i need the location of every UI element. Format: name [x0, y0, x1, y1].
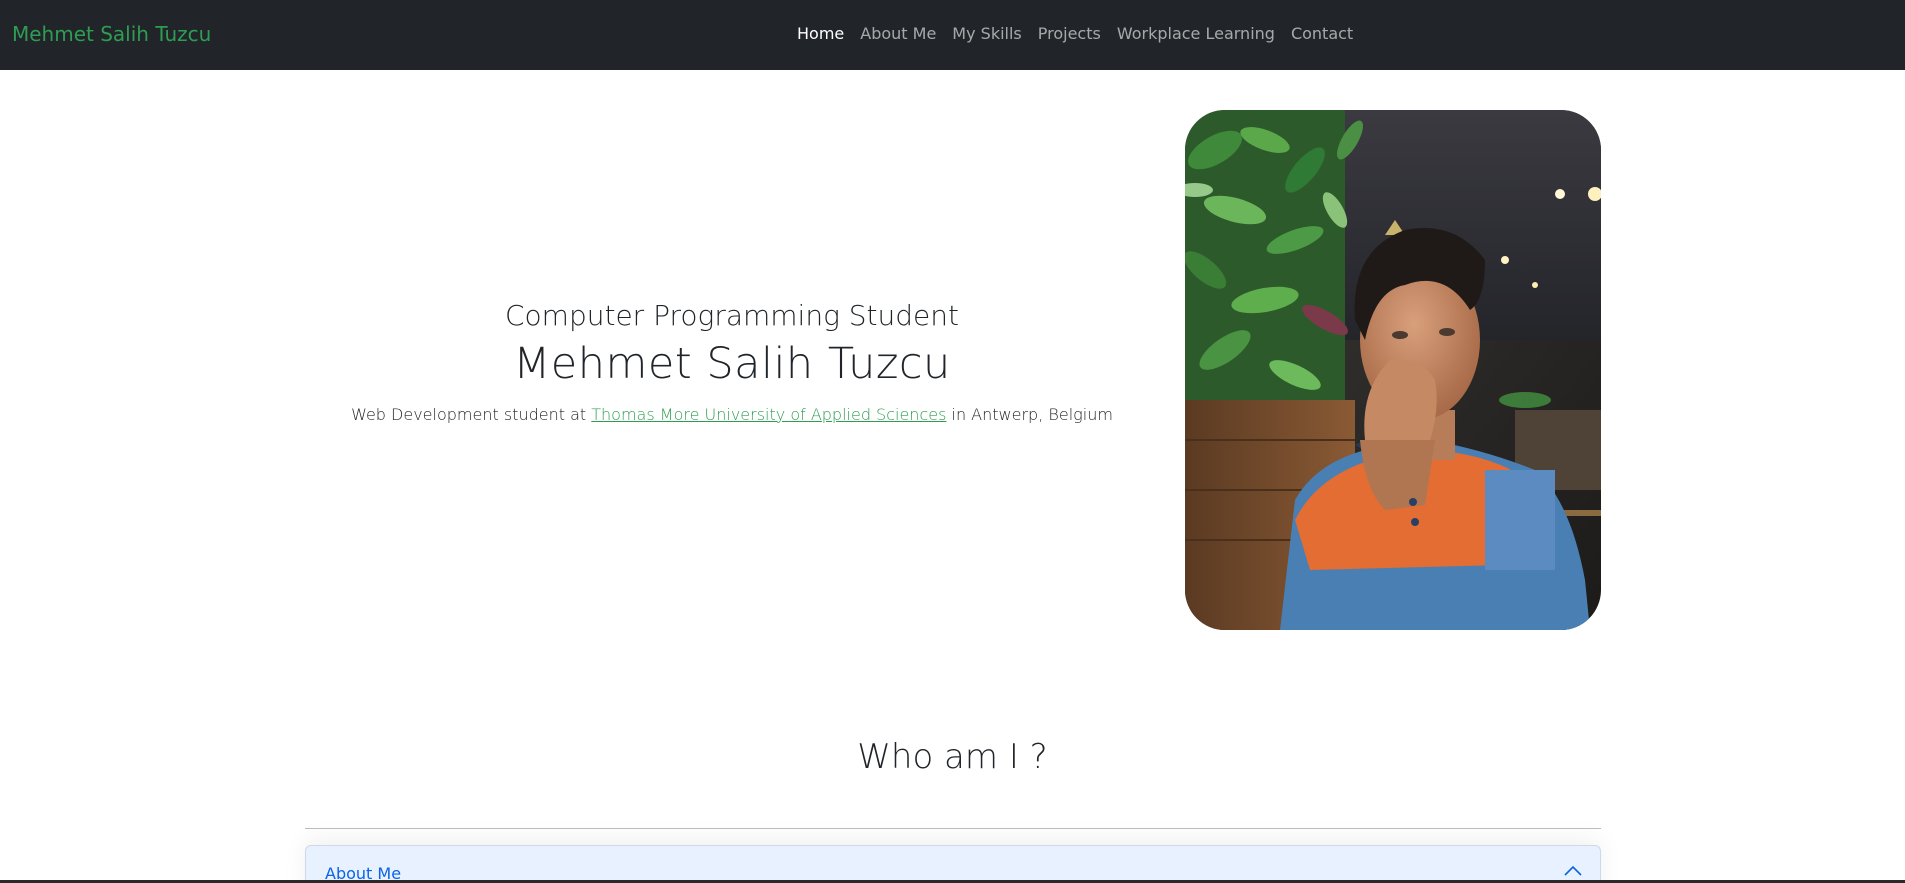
- page: Mehmet Salih Tuzcu Home About Me My Skil…: [0, 0, 1905, 883]
- section-title-who-am-i: Who am I ?: [857, 737, 1048, 777]
- nav-link-home[interactable]: Home: [797, 24, 844, 43]
- brand-link[interactable]: Mehmet Salih Tuzcu: [12, 22, 211, 46]
- divider: [305, 828, 1601, 829]
- hero-desc-suffix: in Antwerp, Belgium: [946, 405, 1113, 424]
- nav-link-projects[interactable]: Projects: [1038, 24, 1101, 43]
- hero-name: Mehmet Salih Tuzcu: [513, 339, 951, 389]
- navbar: Mehmet Salih Tuzcu Home About Me My Skil…: [0, 0, 1905, 70]
- nav-link-workplace-learning[interactable]: Workplace Learning: [1117, 24, 1275, 43]
- profile-photo-illustration: [1185, 110, 1601, 630]
- nav-links: Home About Me My Skills Projects Workpla…: [797, 24, 1353, 43]
- profile-photo: [1185, 110, 1601, 630]
- hero-desc-prefix: Web Development student at: [351, 405, 592, 424]
- nav-link-about-me[interactable]: About Me: [860, 24, 936, 43]
- nav-link-contact[interactable]: Contact: [1291, 24, 1353, 43]
- chevron-up-icon[interactable]: [1564, 862, 1582, 876]
- hero-description: Web Development student at Thomas More U…: [262, 404, 1202, 426]
- hero-subtitle: Computer Programming Student: [505, 299, 959, 332]
- nav-link-my-skills[interactable]: My Skills: [952, 24, 1021, 43]
- hero-text: Computer Programming Student Mehmet Sali…: [262, 296, 1202, 426]
- university-link[interactable]: Thomas More University of Applied Scienc…: [591, 405, 946, 424]
- accordion-about-me[interactable]: About Me: [305, 845, 1601, 883]
